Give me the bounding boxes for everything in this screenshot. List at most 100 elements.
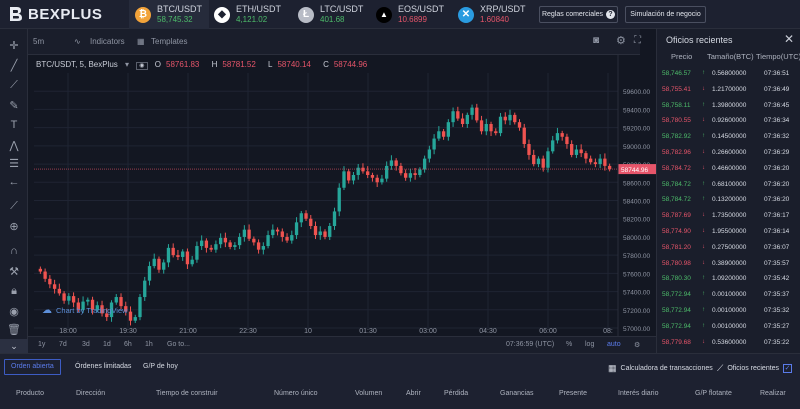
zoom-icon[interactable]: ⊕ <box>6 218 22 234</box>
brush-icon[interactable]: ✎ <box>6 97 22 113</box>
back-arrow-icon[interactable]: ← <box>6 174 22 190</box>
camera-icon[interactable]: ◙ <box>593 35 599 46</box>
orders-panel: Orden abierta Órdenes limitadas G/P de h… <box>0 353 800 409</box>
x-tick-label: 01:30 <box>359 328 377 335</box>
candle <box>138 297 142 318</box>
trade-price: 58,746.57 <box>662 70 691 77</box>
lock-icon[interactable]: 🔒︎ <box>6 283 22 299</box>
candle <box>323 231 327 237</box>
recent-trades-toggle[interactable]: ⟋ Oficios recientes ✓ <box>717 363 793 374</box>
candle <box>413 173 417 175</box>
auto-toggle[interactable]: auto <box>607 341 621 348</box>
candle <box>218 237 223 245</box>
range-1d[interactable]: 1d <box>103 341 111 348</box>
fullscreen-icon[interactable]: ⛶ <box>634 35 641 46</box>
tab-limit-orders[interactable]: Órdenes limitadas <box>75 363 131 370</box>
chart-toolbar: 5m ∿ Indicators ▦ Templates ◙ ⚙ ⛶ <box>28 29 641 55</box>
ticker-xrp[interactable]: ✕ XRP/USDT 1.60840 <box>458 0 536 29</box>
indicators-icon[interactable]: ∿ <box>74 37 81 46</box>
indicators-button[interactable]: Indicators <box>90 37 125 46</box>
trade-price: 58,782.96 <box>662 149 691 156</box>
log-toggle[interactable]: log <box>585 341 594 348</box>
close-icon[interactable]: ✕ <box>784 32 794 46</box>
trash-icon[interactable]: 🗑︎ <box>6 321 22 337</box>
tab-open-orders[interactable]: Orden abierta <box>4 359 61 375</box>
settings-icon[interactable]: ⚙ <box>616 34 626 47</box>
candle <box>309 218 313 226</box>
tradingview-watermark[interactable]: ☁ Chart by TradingView <box>42 305 128 316</box>
range-6h[interactable]: 6h <box>124 341 132 348</box>
range-1y[interactable]: 1y <box>38 341 45 348</box>
trade-time: 07:35:22 <box>764 338 790 346</box>
goto-button[interactable]: Go to... <box>167 341 190 348</box>
ticker-btc[interactable]: ₿ BTC/USDT 58,745.32 <box>129 0 209 29</box>
candle <box>437 131 441 139</box>
col-profit: Ganancias <box>500 390 534 397</box>
x-tick-label: 10 <box>304 328 312 335</box>
range-3d[interactable]: 3d <box>82 341 90 348</box>
trend-line-icon[interactable]: ╱ <box>6 57 22 73</box>
ticker-eos[interactable]: ▲ EOS/USDT 10.6899 <box>376 0 454 29</box>
chart-settings-icon[interactable]: ⚙ <box>634 341 640 349</box>
candle <box>460 118 465 124</box>
price-chart[interactable]: 18:00 19:30 21:00 22:30 10 01:30 03:00 04:30 06:… <box>28 55 656 336</box>
y-tick-label: 58400.00 <box>623 199 650 206</box>
magnet-icon[interactable]: ∩ <box>6 243 22 259</box>
col-floating-pnl: G/P flotante <box>695 390 732 397</box>
candle <box>342 171 346 188</box>
candle <box>498 116 503 134</box>
trade-price: 58,784.72 <box>662 196 691 204</box>
candle <box>389 160 394 166</box>
trading-rules-button[interactable]: Reglas comerciales ? <box>539 6 618 23</box>
candle <box>584 153 588 159</box>
fibonacci-icon[interactable]: ☰ <box>6 155 22 171</box>
checkbox-checked-icon[interactable]: ✓ <box>783 364 793 373</box>
col-price: Precio <box>671 52 693 61</box>
help-icon: ? <box>606 10 616 19</box>
candle <box>304 213 308 219</box>
trade-size: 0.53600000 <box>712 338 747 346</box>
ruler-icon[interactable]: ⟋ <box>6 198 22 214</box>
candle <box>294 222 299 236</box>
candle <box>603 158 607 166</box>
candle <box>128 311 133 321</box>
candle <box>209 247 213 250</box>
x-tick-label: 08: <box>603 328 613 335</box>
collapse-toolbar-button[interactable]: ⌄ <box>0 339 28 353</box>
candle <box>176 255 180 257</box>
x-tick-label: 04:30 <box>479 328 497 335</box>
legend-caret-icon[interactable]: ▾ <box>125 60 129 69</box>
business-simulation-button[interactable]: Simulación de negocio <box>625 6 706 23</box>
bexplus-logo-icon <box>10 7 22 21</box>
crosshair-icon[interactable]: ✛ <box>6 37 22 53</box>
range-1h[interactable]: 1h <box>145 341 153 348</box>
trade-time: 07:35:57 <box>764 259 790 267</box>
logo[interactable]: BEXPLUS <box>8 4 102 24</box>
ray-icon[interactable]: ⟋ <box>6 77 22 93</box>
text-icon[interactable]: T <box>6 117 22 133</box>
candle <box>565 136 569 145</box>
ticker-eth[interactable]: ◆ ETH/USDT 4,121.02 <box>214 0 294 29</box>
eye-icon[interactable]: ◉ <box>6 303 22 319</box>
candle <box>361 167 365 172</box>
trading-rules-label: Reglas comerciales <box>541 11 604 18</box>
lock-draw-icon[interactable]: ⚒ <box>6 263 22 279</box>
trade-size: 0.13200000 <box>712 196 747 204</box>
pattern-icon[interactable]: ⋀ <box>6 137 22 153</box>
percent-toggle[interactable]: % <box>566 341 572 348</box>
interval-select[interactable]: 5m <box>33 37 44 46</box>
candle <box>266 235 270 247</box>
candle <box>299 213 303 223</box>
ticker-ltc[interactable]: Ł LTC/USDT 401.68 <box>298 0 372 29</box>
x-tick-label: 19:30 <box>119 328 137 335</box>
templates-icon[interactable]: ▦ <box>137 37 145 46</box>
candle <box>347 171 351 181</box>
legend-symbol[interactable]: BTC/USDT, 5, BexPlus <box>36 60 118 69</box>
range-7d[interactable]: 7d <box>59 341 67 348</box>
templates-button[interactable]: Templates <box>151 37 187 46</box>
brand-name: BEXPLUS <box>28 5 103 23</box>
trade-time: 07:36:17 <box>764 212 790 220</box>
visibility-toggle-icon[interactable]: ◉ <box>136 62 148 70</box>
calculator-button[interactable]: ▦ Calculadora de transacciones <box>608 363 713 374</box>
tab-today-pnl[interactable]: G/P de hoy <box>143 363 178 370</box>
